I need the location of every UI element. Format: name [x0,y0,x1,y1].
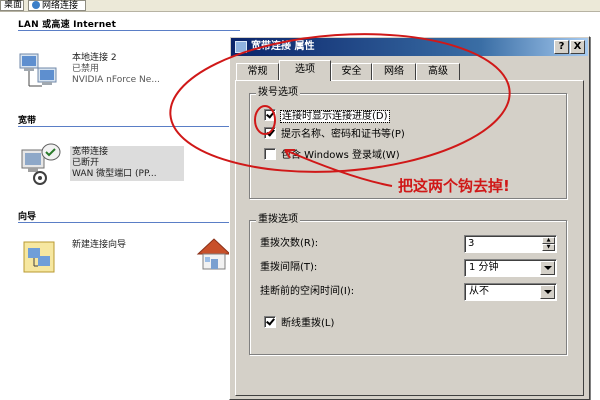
close-button[interactable]: X [570,40,585,54]
redial-interval-select[interactable]: 1 分钟 [464,259,557,277]
new-connection-wizard-icon[interactable] [20,238,60,278]
redial-attempts-label: 重拨次数(R): [260,238,319,249]
show-progress-option[interactable]: 连接时显示连接进度(D) [264,109,390,123]
tab-general[interactable]: 常规 [236,63,279,80]
prompt-credentials-option[interactable]: 提示名称、密码和证书等(P) [264,127,405,141]
section-lan-title: LAN 或高速 Internet [18,20,117,30]
redial-interval-value: 1 分钟 [469,262,499,273]
dialog-title: 宽带连接 属性 [251,41,315,52]
spin-up-button[interactable]: ▲ [542,237,555,244]
group-title: 重拨选项 [256,214,300,226]
idle-time-label: 挂断前的空闲时间(I): [260,286,355,297]
idle-time-select[interactable]: 从不 [464,283,557,301]
redial-attempts-spinner[interactable]: 3 ▲ ▼ [464,235,557,253]
redial-if-dropped-option[interactable]: 断线重拨(L) [264,316,334,330]
broadband-connection-icon[interactable] [18,142,64,186]
connection-status: 已禁用 [72,64,100,74]
include-domain-label: 包含 Windows 登录域(W) [281,150,400,161]
new-connection-wizard-item[interactable]: 新建连接向导 [72,240,126,251]
prompt-credentials-checkbox[interactable] [264,127,276,139]
include-domain-checkbox[interactable] [264,148,276,160]
prompt-credentials-label: 提示名称、密码和证书等(P) [281,129,405,140]
redial-if-dropped-label: 断线重拨(L) [281,318,335,329]
network-folder-icon [32,1,40,9]
tab-network[interactable]: 网络 [372,63,416,80]
broadband-connection-item[interactable]: 宽带连接 已断开 WAN 微型端口 (PP... [70,146,184,181]
lan-connection-item[interactable]: 本地连接 2 已禁用 NVIDIA nForce Ne... [72,53,160,86]
tab-security[interactable]: 安全 [331,63,372,80]
section-divider [18,126,240,127]
spin-down-button[interactable]: ▼ [542,244,555,251]
address-item-network[interactable]: 网络连接 [28,0,86,11]
address-item-desktop[interactable]: 桌面 [0,0,24,11]
address-item-label: 网络连接 [42,1,79,11]
section-wizard-title: 向导 [18,212,37,222]
chevron-down-icon[interactable] [540,261,555,275]
redial-attempts-value: 3 [468,238,475,249]
connection-status: 已断开 [72,158,100,168]
group-title: 拨号选项 [256,87,300,99]
annotation-text: 把这两个钩去掉! [396,175,512,196]
show-progress-label: 连接时显示连接进度(D) [280,110,390,123]
section-broadband-title: 宽带 [18,116,37,126]
redial-if-dropped-checkbox[interactable] [264,316,276,328]
connection-device: NVIDIA nForce Ne... [72,75,160,85]
home-network-icon[interactable] [194,234,234,274]
chevron-down-icon[interactable] [540,285,555,299]
idle-time-value: 从不 [469,286,489,297]
properties-dialog: 宽带连接 属性 ? X 常规 选项 安全 网络 高级 拨号选项 连接时显示连接进… [229,36,590,400]
tab-advanced[interactable]: 高级 [416,63,460,80]
include-domain-option[interactable]: 包含 Windows 登录域(W) [264,148,400,162]
section-divider [18,222,240,223]
redial-interval-label: 重拨间隔(T): [260,262,318,273]
show-progress-checkbox[interactable] [264,109,276,121]
redial-options-group: 重拨选项 重拨次数(R): 3 ▲ ▼ 重拨间隔(T): 1 分钟 挂断前的空闲… [249,214,567,355]
connection-name: 本地连接 2 [72,53,117,63]
address-bar: 桌面 网络连接 [0,0,600,12]
section-divider [18,30,240,31]
wizard-name: 新建连接向导 [72,240,127,250]
help-button[interactable]: ? [554,40,569,54]
dialog-titlebar[interactable]: 宽带连接 属性 ? X [231,38,588,56]
connection-name: 宽带连接 [72,147,109,157]
connection-device: WAN 微型端口 (PP... [72,169,157,179]
connection-icon [235,41,247,53]
tab-options[interactable]: 选项 [279,60,331,81]
lan-connection-icon[interactable] [18,50,60,90]
